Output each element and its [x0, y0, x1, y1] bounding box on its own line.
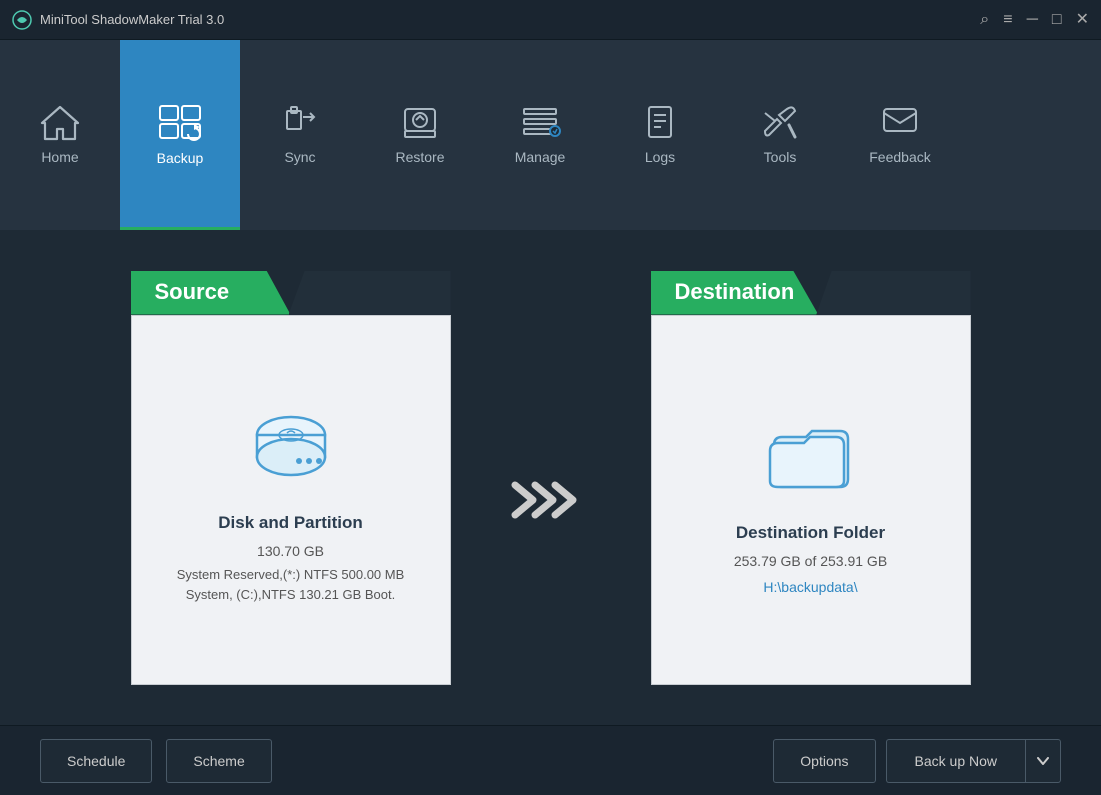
menu-button[interactable]: ≡	[1003, 12, 1012, 28]
destination-header-label: Destination	[651, 271, 819, 315]
nav-bar: Home Backup Sync	[0, 40, 1101, 230]
feedback-icon	[879, 103, 921, 141]
nav-item-restore[interactable]: Restore	[360, 40, 480, 230]
restore-icon	[399, 103, 441, 141]
source-card-body[interactable]: Disk and Partition 130.70 GB System Rese…	[131, 315, 451, 685]
nav-item-manage[interactable]: Manage	[480, 40, 600, 230]
nav-label-backup: Backup	[157, 150, 204, 166]
bottom-bar: Schedule Scheme Options Back up Now	[0, 725, 1101, 795]
scheme-button[interactable]: Scheme	[166, 739, 271, 783]
close-button[interactable]: ✕	[1076, 12, 1089, 28]
maximize-button[interactable]: □	[1052, 12, 1062, 28]
source-detail: System Reserved,(*:) NTFS 500.00 MB Syst…	[152, 565, 430, 604]
app-logo-icon	[12, 10, 32, 30]
nav-label-sync: Sync	[284, 149, 315, 165]
destination-card-header: Destination	[651, 271, 971, 315]
destination-card: Destination Destination Folder 253.79 GB…	[651, 271, 971, 685]
nav-item-feedback[interactable]: Feedback	[840, 40, 960, 230]
schedule-button[interactable]: Schedule	[40, 739, 152, 783]
bottom-left-buttons: Schedule Scheme	[40, 739, 272, 783]
home-icon	[39, 103, 81, 141]
nav-label-logs: Logs	[645, 149, 675, 165]
title-left: MiniTool ShadowMaker Trial 3.0	[12, 10, 224, 30]
source-header-label: Source	[131, 271, 291, 315]
source-card-header: Source	[131, 271, 451, 315]
search-button[interactable]: ⌕	[980, 12, 989, 28]
nav-item-backup[interactable]: Backup	[120, 40, 240, 230]
nav-label-restore: Restore	[395, 149, 444, 165]
minimize-button[interactable]: ─	[1027, 12, 1038, 28]
nav-item-logs[interactable]: Logs	[600, 40, 720, 230]
destination-size: 253.79 GB of 253.91 GB	[734, 553, 887, 569]
sync-icon	[281, 103, 319, 141]
nav-label-tools: Tools	[764, 149, 797, 165]
backup-now-button[interactable]: Back up Now	[886, 739, 1025, 783]
source-size: 130.70 GB	[257, 543, 324, 559]
nav-label-feedback: Feedback	[869, 149, 930, 165]
bottom-right-buttons: Options Back up Now	[773, 739, 1061, 783]
title-controls: ⌕ ≡ ─ □ ✕	[980, 12, 1089, 28]
logs-icon	[641, 103, 679, 141]
source-card: Source Disk and Partitio	[131, 271, 451, 685]
source-title: Disk and Partition	[218, 513, 363, 533]
nav-item-sync[interactable]: Sync	[240, 40, 360, 230]
destination-path: H:\backupdata\	[763, 579, 857, 595]
arrow-container	[511, 475, 591, 525]
destination-card-body[interactable]: Destination Folder 253.79 GB of 253.91 G…	[651, 315, 971, 685]
folder-icon	[766, 415, 856, 495]
chevron-down-icon	[1037, 757, 1049, 765]
manage-icon	[519, 103, 561, 141]
nav-label-home: Home	[41, 149, 78, 165]
title-bar: MiniTool ShadowMaker Trial 3.0 ⌕ ≡ ─ □ ✕	[0, 0, 1101, 40]
source-header-tab	[289, 271, 451, 315]
backup-icon	[156, 102, 204, 142]
app-title: MiniTool ShadowMaker Trial 3.0	[40, 12, 224, 27]
nav-item-home[interactable]: Home	[0, 40, 120, 230]
main-content: Source Disk and Partitio	[0, 230, 1101, 725]
tools-icon	[759, 103, 801, 141]
nav-label-manage: Manage	[515, 149, 566, 165]
destination-title: Destination Folder	[736, 523, 885, 543]
backup-now-dropdown-button[interactable]	[1025, 739, 1061, 783]
options-button[interactable]: Options	[773, 739, 875, 783]
disk-icon	[241, 405, 341, 485]
destination-header-tab	[816, 271, 970, 315]
nav-item-tools[interactable]: Tools	[720, 40, 840, 230]
